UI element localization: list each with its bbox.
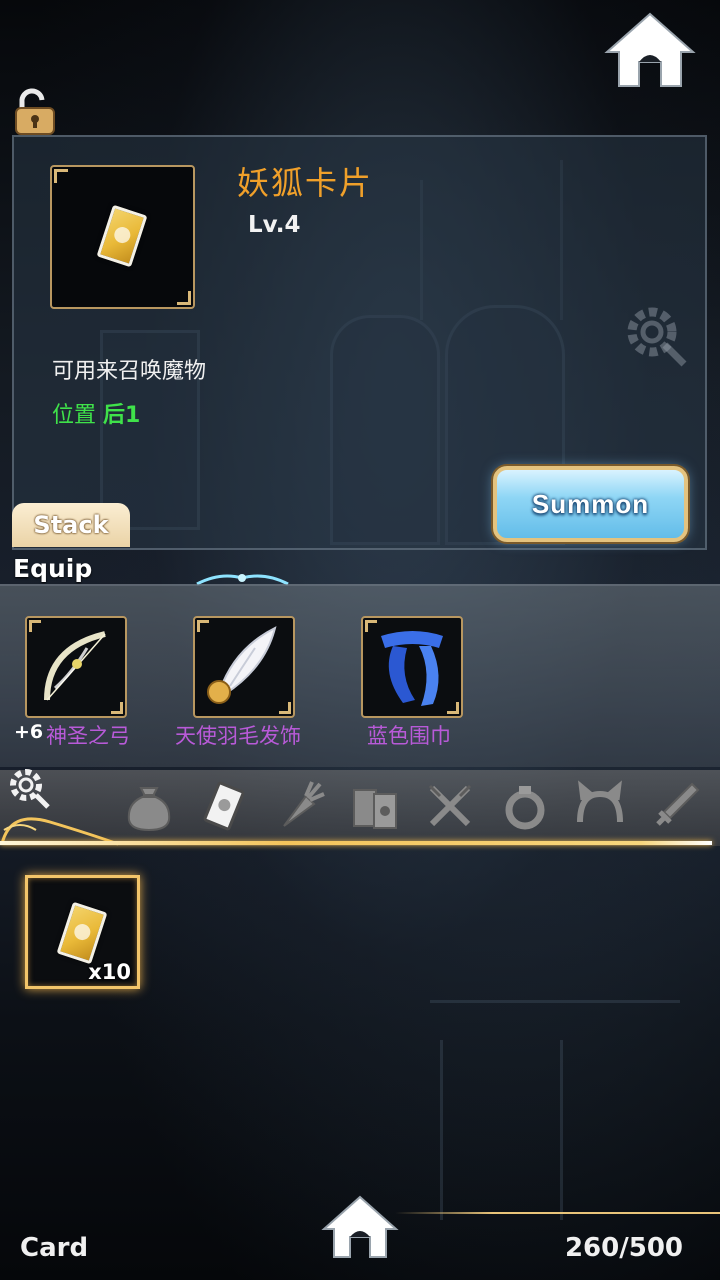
item-description: 可用来召唤魔物: [52, 359, 207, 384]
carrot-icon: [283, 781, 325, 827]
category-bag[interactable]: [121, 778, 177, 834]
equip-name-feather: 天使羽毛发饰: [175, 724, 301, 748]
bag-icon: [127, 787, 171, 832]
category-books[interactable]: [348, 778, 404, 834]
footer-divider: [395, 1212, 720, 1214]
item-level: Lv.4: [248, 212, 301, 238]
home-icon: [604, 12, 696, 87]
books-icon: [353, 789, 397, 829]
card-icon: [56, 901, 108, 965]
equip-name-bow: 神圣之弓: [46, 724, 130, 748]
lock-button[interactable]: [12, 88, 58, 136]
card-icon: [96, 204, 148, 268]
settings-search-icon: [10, 769, 50, 809]
filter-settings-button[interactable]: [6, 765, 52, 811]
ring-icon: [505, 786, 545, 830]
item-position: 位置 后1: [52, 397, 140, 429]
category-food[interactable]: [272, 778, 328, 834]
card-icon: [203, 781, 245, 831]
equip-enhance-level: +6: [14, 721, 44, 743]
category-ring[interactable]: [497, 778, 553, 834]
equip-slot-scarf[interactable]: [361, 616, 463, 718]
item-icon-frame: [50, 165, 195, 309]
stack-tab[interactable]: Stack: [12, 503, 130, 547]
item-name: 妖狐卡片: [237, 164, 374, 202]
position-label: 位置: [52, 403, 97, 428]
item-count: x10: [88, 960, 131, 984]
headband-icon: [577, 780, 623, 823]
home-button[interactable]: [603, 10, 697, 92]
summon-button[interactable]: Summon: [493, 466, 688, 542]
gear-icon: [627, 307, 687, 367]
unlock-icon: [15, 88, 55, 135]
equip-name-scarf: 蓝色围巾: [367, 724, 451, 748]
category-divider: [0, 841, 712, 845]
category-card[interactable]: [196, 778, 252, 834]
category-utensils[interactable]: [422, 778, 478, 834]
equip-slot-feather[interactable]: [193, 616, 295, 718]
inventory-capacity: 260/500: [564, 1233, 683, 1263]
home-icon: [321, 1195, 399, 1258]
equip-label: Equip: [13, 554, 93, 583]
footer-tab-label: Card: [20, 1233, 89, 1263]
inventory-slot[interactable]: x10: [25, 875, 140, 989]
position-value: 后1: [103, 403, 141, 428]
equip-slot-bow[interactable]: [25, 616, 127, 718]
category-weapon[interactable]: [648, 778, 704, 834]
category-headband[interactable]: [572, 778, 628, 834]
utensils-icon: [428, 784, 472, 827]
home-button-bottom[interactable]: [320, 1193, 400, 1261]
sword-icon: [656, 782, 700, 826]
